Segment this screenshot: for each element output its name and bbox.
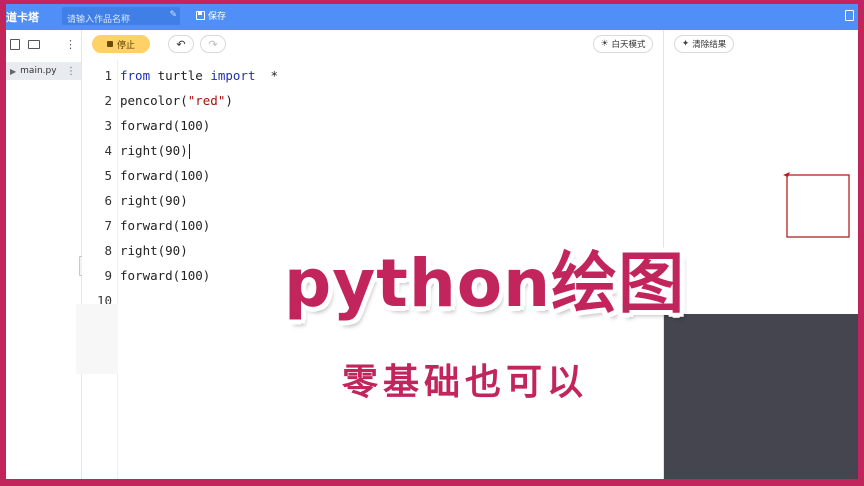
code-token: "red"	[187, 93, 226, 108]
stop-icon	[106, 41, 113, 47]
day-mode-button[interactable]: ☀ 白天模式	[593, 35, 653, 53]
app-frame: 道卡塔 ✎ 保存 ⋮ ▶ main.py ⋮ 停止 ↶	[6, 4, 858, 479]
redo-button[interactable]: ↷	[200, 35, 226, 53]
work-name-input[interactable]	[62, 11, 180, 29]
redo-icon: ↷	[208, 37, 218, 51]
more-icon[interactable]: ⋮	[65, 38, 76, 51]
code-token: right(90)	[120, 193, 188, 208]
line-number: 4	[104, 143, 112, 158]
code-token: import	[210, 68, 256, 83]
file-sidebar: ⋮ ▶ main.py ⋮	[6, 30, 82, 479]
code-text: from turtle import *	[120, 63, 278, 88]
overlay-title: python绘图	[284, 245, 686, 322]
save-label: 保存	[208, 12, 227, 22]
sun-icon: ☀	[600, 39, 609, 49]
line-number: 1	[104, 68, 112, 83]
file-item-main-py[interactable]: ▶ main.py ⋮	[6, 62, 81, 80]
code-text: right(90)	[120, 188, 188, 213]
undo-icon: ↶	[176, 37, 186, 51]
line-number: 9	[104, 268, 112, 283]
code-text: right(90)	[120, 138, 190, 163]
line-number: 6	[104, 193, 112, 208]
line-number: 2	[104, 93, 112, 108]
top-bar: 道卡塔 ✎ 保存	[6, 4, 858, 30]
output-dark-panel	[664, 314, 858, 479]
code-line[interactable]: right(90)	[118, 188, 662, 213]
editor-toolbar: 停止 ↶ ↷ ☀ 白天模式	[82, 30, 662, 60]
line-number: 8	[104, 243, 112, 258]
clear-output-label: 清除结果	[692, 40, 727, 50]
text-cursor	[188, 144, 190, 159]
code-text: forward(100)	[120, 113, 210, 138]
undo-button[interactable]: ↶	[168, 35, 194, 53]
code-token: forward(100)	[120, 218, 211, 233]
code-token: )	[225, 93, 233, 108]
code-token: forward(100)	[120, 168, 211, 183]
drawn-square	[786, 174, 850, 238]
code-token: right(90)	[120, 143, 188, 158]
editor-blank-area	[76, 304, 118, 374]
code-token: turtle	[150, 68, 211, 83]
clear-output-button[interactable]: ✦ 清除结果	[674, 35, 734, 53]
file-name: main.py	[20, 66, 57, 76]
line-number: 3	[104, 118, 112, 133]
new-file-icon[interactable]	[10, 38, 20, 50]
code-line[interactable]: from turtle import *	[118, 63, 662, 88]
code-token: forward(100)	[120, 268, 211, 283]
turtle-canvas[interactable]	[664, 60, 858, 479]
turtle-cursor-icon	[783, 172, 790, 177]
new-folder-icon[interactable]	[28, 39, 40, 49]
document-icon[interactable]	[845, 10, 854, 21]
code-text: right(90)	[120, 238, 188, 263]
overlay-subtitle: 零基础也可以	[342, 362, 589, 403]
file-more-icon[interactable]: ⋮	[66, 66, 76, 77]
work-name-field[interactable]: ✎	[62, 7, 180, 29]
code-token: right(90)	[120, 243, 188, 258]
stop-button[interactable]: 停止	[92, 35, 150, 53]
day-mode-label: 白天模式	[611, 40, 646, 50]
code-text: forward(100)	[120, 263, 210, 288]
code-line[interactable]: forward(100)	[118, 163, 662, 188]
line-number: 7	[104, 218, 112, 233]
code-token: from	[120, 68, 151, 83]
sidebar-toolbar: ⋮	[6, 30, 81, 58]
code-text: forward(100)	[120, 163, 210, 188]
expand-arrow-icon[interactable]: ▶	[10, 67, 16, 76]
save-button[interactable]: 保存	[196, 9, 226, 22]
stop-label: 停止	[116, 40, 135, 51]
code-token: pencolor(	[120, 93, 188, 108]
code-text: pencolor("red")	[120, 88, 233, 113]
broom-icon: ✦	[681, 39, 690, 49]
code-text: forward(100)	[120, 213, 210, 238]
code-token: forward(100)	[120, 118, 211, 133]
brand-title: 道卡塔	[6, 11, 39, 24]
code-line[interactable]: pencolor("red")	[118, 88, 662, 113]
code-token: *	[255, 68, 279, 83]
code-line[interactable]: right(90)	[118, 138, 662, 163]
save-icon	[196, 11, 205, 20]
output-pane: ✦ 清除结果	[663, 30, 858, 479]
code-line[interactable]: forward(100)	[118, 113, 662, 138]
edit-icon: ✎	[169, 10, 177, 20]
line-number: 5	[104, 168, 112, 183]
